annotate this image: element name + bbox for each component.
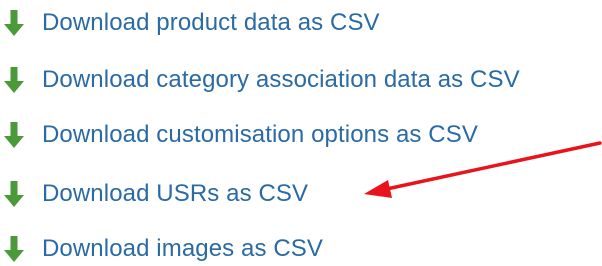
download-product-data-link[interactable]: Download product data as CSV [0,3,380,43]
download-arrow-icon [3,115,25,155]
download-customisation-options-link[interactable]: Download customisation options as CSV [0,115,478,155]
download-product-data-label: Download product data as CSV [42,9,380,36]
download-images-label: Download images as CSV [42,235,324,262]
download-links-list: Download product data as CSV Download ca… [0,0,602,266]
download-arrow-icon [3,60,25,100]
download-usrs-label: Download USRs as CSV [42,180,309,207]
download-arrow-icon [3,3,25,43]
download-category-association-link[interactable]: Download category association data as CS… [0,60,520,100]
download-images-link[interactable]: Download images as CSV [0,229,323,266]
download-usrs-link[interactable]: Download USRs as CSV [0,174,308,214]
download-customisation-options-label: Download customisation options as CSV [42,121,478,148]
download-arrow-icon [3,174,25,214]
download-category-association-label: Download category association data as CS… [42,66,520,93]
download-arrow-icon [3,229,25,266]
